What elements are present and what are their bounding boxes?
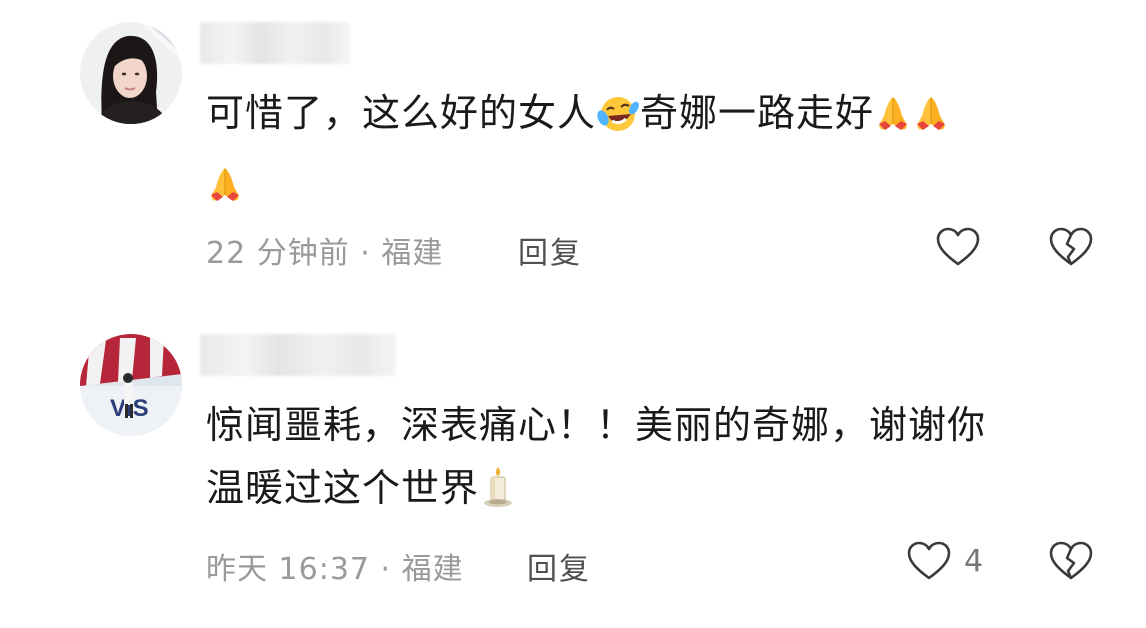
- candle-emoji-icon: [480, 465, 516, 528]
- comment-text-segment: 温暖过这个世界: [206, 466, 480, 510]
- comment-item: 可惜了，这么好的女人 奇娜一路走好 22 分钟前 · 福建 回复: [0, 0, 1146, 300]
- broken-heart-icon: [1049, 227, 1093, 266]
- reply-button[interactable]: 回复: [518, 228, 582, 272]
- dislike-button[interactable]: [1048, 540, 1094, 586]
- comment-text: 可惜了，这么好的女人 奇娜一路走好: [206, 82, 1106, 224]
- comment-meta: 22 分钟前 · 福建: [206, 236, 444, 271]
- comment-text-segment: 奇娜一路走好: [640, 91, 875, 135]
- folded-hands-emoji-icon: [875, 90, 911, 153]
- heart-outline-icon: [936, 227, 980, 266]
- username-redacted: [200, 22, 350, 64]
- comment-item: VIS 惊闻噩耗，深表痛心！！美丽的奇娜，谢谢你 温暖过这个世界 昨天 16:3…: [0, 318, 1146, 628]
- like-button[interactable]: 4: [906, 540, 983, 582]
- comment-text-segment: 惊闻噩耗，深表痛心！！美丽的奇娜，谢谢你: [206, 403, 987, 447]
- reply-button[interactable]: 回复: [527, 544, 591, 588]
- comment-text-line: 惊闻噩耗，深表痛心！！美丽的奇娜，谢谢你: [206, 394, 1106, 457]
- photo-person-avatar-icon: VIS: [80, 334, 182, 436]
- user-avatar[interactable]: [80, 22, 182, 124]
- comment-meta: 昨天 16:37 · 福建: [206, 552, 464, 587]
- user-avatar[interactable]: VIS: [80, 334, 182, 436]
- comment-text: 惊闻噩耗，深表痛心！！美丽的奇娜，谢谢你 温暖过这个世界: [206, 394, 1106, 528]
- laugh-cry-emoji-icon: [597, 90, 639, 153]
- broken-heart-icon: [1049, 541, 1093, 580]
- like-count: 4: [964, 543, 984, 579]
- folded-hands-emoji-icon: [207, 161, 243, 224]
- heart-outline-icon: [907, 541, 951, 580]
- comment-text-line: 可惜了，这么好的女人 奇娜一路走好: [206, 82, 1106, 153]
- folded-hands-emoji-icon: [913, 90, 949, 153]
- comment-text-segment: 可惜了，这么好的女人: [206, 91, 597, 135]
- username-redacted: [200, 334, 396, 376]
- comment-text-line: 温暖过这个世界: [206, 457, 1106, 528]
- woman-portrait-avatar-icon: [80, 22, 182, 124]
- comment-list: 可惜了，这么好的女人 奇娜一路走好 22 分钟前 · 福建 回复 VIS 惊闻噩…: [0, 0, 1146, 628]
- dislike-button[interactable]: [1048, 226, 1094, 272]
- comment-text-line: [206, 153, 1106, 224]
- like-button[interactable]: [935, 226, 993, 268]
